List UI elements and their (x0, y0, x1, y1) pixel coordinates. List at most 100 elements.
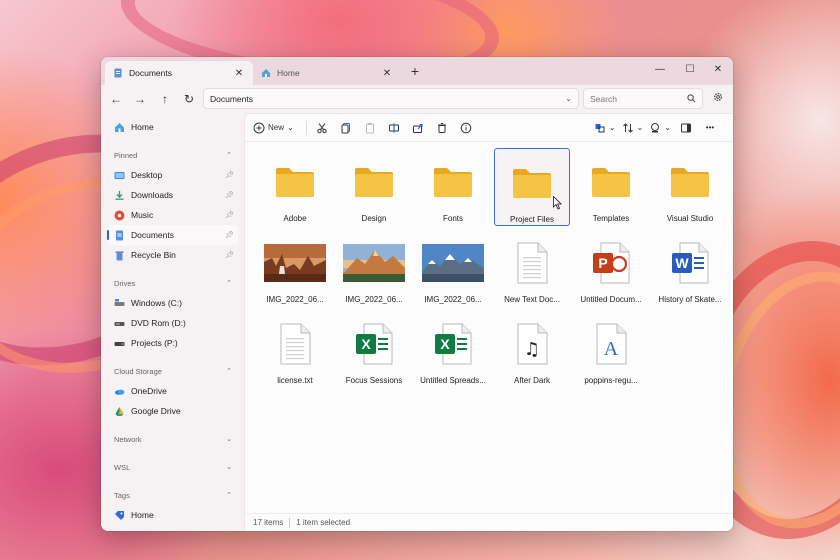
section-title: Cloud Storage (114, 366, 162, 376)
file-item-powerpoint[interactable]: P Untitled Docum... (573, 229, 649, 307)
rename-button[interactable] (385, 118, 403, 138)
forward-button[interactable]: → (131, 90, 149, 108)
close-window-button[interactable]: ✕ (707, 61, 729, 79)
file-name: New Text Doc... (504, 295, 560, 304)
file-item-image[interactable]: IMG_2022_06... (257, 229, 333, 307)
plus-circle-icon (253, 122, 265, 133)
address-bar[interactable]: Documents ⌄ (203, 88, 579, 109)
file-name: IMG_2022_06... (266, 295, 324, 304)
address-path: Documents (210, 93, 253, 104)
more-options-button[interactable]: ••• (701, 118, 719, 138)
file-item-folder[interactable]: Templates (573, 148, 649, 226)
cut-button[interactable] (313, 118, 331, 138)
search-box[interactable] (583, 88, 703, 109)
sidebar-item-documents[interactable]: Documents 📌︎ (107, 225, 238, 245)
sidebar-section-wsl[interactable]: WSL ⌄ (107, 457, 238, 477)
sidebar-section-pinned[interactable]: Pinned ⌃ (107, 145, 238, 165)
tab-documents[interactable]: Documents ✕ (105, 61, 253, 85)
folder-icon (652, 158, 728, 206)
sidebar-item-windows-c[interactable]: Windows (C:) (107, 293, 238, 313)
close-tab-icon[interactable]: ✕ (381, 68, 393, 79)
section-title: Tags (114, 490, 130, 500)
delete-button[interactable] (433, 118, 451, 138)
sidebar-item-tag-home[interactable]: Home (107, 505, 238, 525)
tab-home[interactable]: Home ✕ (253, 61, 401, 85)
close-tab-icon[interactable]: ✕ (233, 68, 245, 79)
sidebar-item-dvd-rom-d[interactable]: DVD Rom (D:) (107, 313, 238, 333)
chevron-down-icon: ⌄ (287, 123, 294, 132)
paste-button[interactable] (361, 118, 379, 138)
sidebar-item-desktop[interactable]: Desktop 📌︎ (107, 165, 238, 185)
sidebar-section-cloud-storage[interactable]: Cloud Storage ⌃ (107, 361, 238, 381)
refresh-button[interactable]: ↻ (180, 90, 198, 108)
search-icon (687, 94, 696, 103)
sidebar: Home Pinned ⌃ Desktop 📌︎ Downloads 📌︎ Mu… (101, 115, 244, 531)
minimize-button[interactable]: — (649, 61, 671, 79)
sidebar-item-label: Music (131, 210, 154, 220)
chevron-down-icon[interactable]: ⌄ (565, 94, 572, 103)
chevron-up-icon[interactable]: ⌃ (226, 151, 232, 159)
chevron-up-icon[interactable]: ⌃ (226, 491, 232, 499)
details-pane-button[interactable] (677, 118, 695, 138)
sidebar-item-label: DVD Rom (D:) (131, 318, 186, 328)
file-item-folder[interactable]: Design (336, 148, 412, 226)
section-title: WSL (114, 462, 131, 472)
rename-icon (388, 123, 399, 132)
pane-icon (681, 123, 691, 132)
file-item-excel[interactable]: X Untitled Spreads... (415, 310, 491, 388)
file-item-font[interactable]: Apoppins-regu... (573, 310, 649, 388)
trash-icon (437, 122, 446, 133)
chevron-down-icon[interactable]: ⌄ (226, 463, 232, 471)
chevron-down-icon: ⌄ (608, 123, 616, 132)
sidebar-item-projects-p[interactable]: Projects (P:) (107, 333, 238, 353)
share-button[interactable] (409, 118, 427, 138)
section-title: Drives (114, 278, 136, 288)
new-button[interactable]: New ⌄ (253, 118, 294, 138)
file-item-image[interactable]: IMG_2022_06... (336, 229, 412, 307)
sidebar-item-music[interactable]: Music 📌︎ (107, 205, 238, 225)
file-item-word[interactable]: W History of Skate... (652, 229, 728, 307)
file-item-music[interactable]: ♫ After Dark (494, 310, 570, 388)
view-button[interactable]: ⌄ (649, 118, 671, 138)
sidebar-section-drives[interactable]: Drives ⌃ (107, 273, 238, 293)
sidebar-item-downloads[interactable]: Downloads 📌︎ (107, 185, 238, 205)
google-drive-icon (115, 406, 124, 416)
search-input[interactable] (590, 93, 687, 104)
sidebar-item-onedrive[interactable]: OneDrive (107, 381, 238, 401)
file-name: Untitled Spreads... (420, 376, 486, 385)
file-item-folder[interactable]: Project Files (494, 148, 570, 226)
file-item-folder[interactable]: Adobe (257, 148, 333, 226)
settings-button[interactable] (709, 90, 727, 108)
file-name: license.txt (277, 376, 313, 385)
maximize-button[interactable]: ☐ (679, 61, 701, 79)
chevron-up-icon[interactable]: ⌃ (226, 367, 232, 375)
chevron-up-icon[interactable]: ⌃ (226, 279, 232, 287)
tab-label: Documents (129, 68, 172, 78)
text-file-icon (494, 239, 570, 287)
file-item-image[interactable]: IMG_2022_06... (415, 229, 491, 307)
group-button[interactable]: ⌄ (622, 118, 643, 138)
file-item-text[interactable]: New Text Doc... (494, 229, 570, 307)
status-bar: 17 items 1 item selected (245, 513, 733, 531)
back-button[interactable]: ← (107, 90, 125, 108)
copy-button[interactable] (337, 118, 355, 138)
sidebar-section-tags[interactable]: Tags ⌃ (107, 485, 238, 505)
file-item-excel[interactable]: X Focus Sessions (336, 310, 412, 388)
sort-button[interactable]: ⌄ (594, 118, 616, 138)
sidebar-section-network[interactable]: Network ⌄ (107, 429, 238, 449)
title-bar: Documents ✕ Home ✕ + — ☐ ✕ (101, 57, 733, 85)
file-item-folder[interactable]: Visual Studio (652, 148, 728, 226)
file-name: poppins-regu... (584, 376, 638, 385)
file-item-folder[interactable]: Fonts (415, 148, 491, 226)
properties-button[interactable] (457, 118, 475, 138)
sidebar-item-recycle-bin[interactable]: Recycle Bin 📌︎ (107, 245, 238, 265)
chevron-down-icon[interactable]: ⌄ (226, 435, 232, 443)
new-tab-button[interactable]: + (407, 63, 423, 79)
pin-icon: 📌︎ (225, 172, 234, 179)
up-button[interactable]: ↑ (156, 90, 174, 108)
file-item-text[interactable]: license.txt (257, 310, 333, 388)
file-name: Project Files (509, 215, 554, 224)
sidebar-item-google-drive[interactable]: Google Drive (107, 401, 238, 421)
sort-arrows-icon (622, 122, 633, 133)
sidebar-item-home[interactable]: Home (107, 117, 238, 137)
